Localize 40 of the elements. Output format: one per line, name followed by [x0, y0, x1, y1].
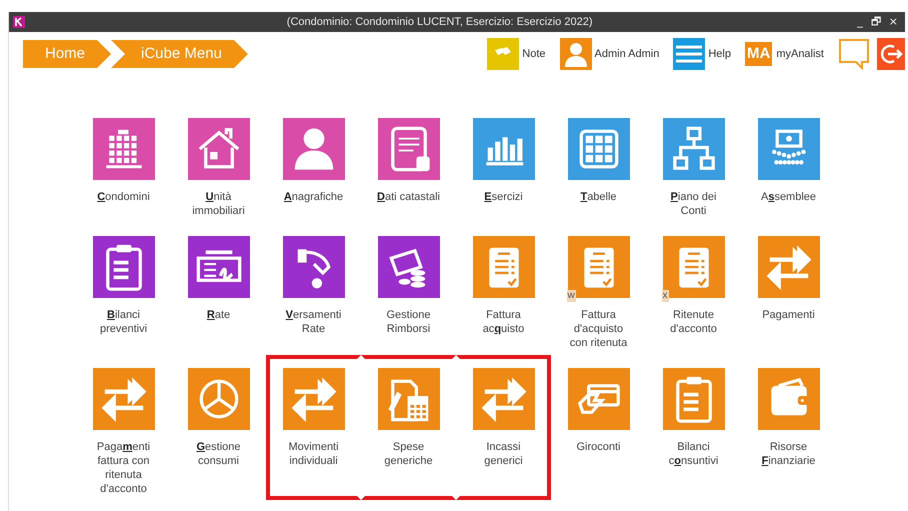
- menu-tile[interactable]: Risorse Finanziarie: [756, 368, 822, 496]
- menu-tile[interactable]: Rate: [186, 236, 252, 350]
- menu-tile[interactable]: Bilanci preventivi: [90, 236, 156, 350]
- menu-tile[interactable]: Versamenti Rate: [280, 236, 346, 350]
- menu-tile[interactable]: w Fattura d'acquisto con ritenuta: [566, 236, 632, 350]
- myanalist-link[interactable]: myAnalist: [776, 48, 824, 60]
- menu-tile[interactable]: Assemblee: [756, 118, 822, 218]
- logout-icon[interactable]: [877, 38, 905, 70]
- menu-tile[interactable]: Incassi generici: [470, 368, 536, 496]
- menu-tile[interactable]: Anagrafiche: [280, 118, 346, 218]
- user-link[interactable]: Admin Admin: [594, 48, 660, 60]
- shortcut-badge: w: [566, 290, 576, 302]
- help-link[interactable]: Help: [708, 48, 731, 60]
- menu-tile[interactable]: Fattura acquisto: [470, 236, 536, 350]
- app-icon: [13, 16, 25, 28]
- menu-tile[interactable]: Bilanci consuntivi: [660, 368, 726, 496]
- menu-tile[interactable]: Movimenti individuali: [280, 368, 346, 496]
- menu-tile[interactable]: Tabelle: [566, 118, 632, 218]
- menu-tile[interactable]: Spese generiche: [376, 368, 442, 496]
- menu-tile[interactable]: Giroconti: [566, 368, 632, 496]
- close-button[interactable]: ×: [886, 14, 901, 30]
- shortcut-badge: x: [662, 290, 668, 302]
- menu-tile[interactable]: x Ritenute d'acconto: [660, 236, 726, 350]
- restore-button[interactable]: 🗗: [868, 14, 884, 30]
- menu-icon[interactable]: [673, 38, 706, 70]
- menu-tile[interactable]: Pagamenti: [756, 236, 822, 350]
- menu-tile[interactable]: Piano dei Conti: [660, 118, 726, 218]
- note-link[interactable]: Note: [522, 48, 546, 60]
- minimize-button[interactable]: _: [854, 14, 866, 30]
- menu-tile[interactable]: Gestione consumi: [186, 368, 252, 496]
- user-icon[interactable]: [560, 38, 592, 70]
- menu-tile[interactable]: Gestione Rimborsi: [376, 236, 442, 350]
- menu-tile[interactable]: Condomini: [90, 118, 156, 218]
- menu-tile[interactable]: Esercizi: [470, 118, 536, 218]
- window-title: (Condominio: Condominio LUCENT, Esercizio: Esercizio 2022): [286, 16, 594, 28]
- menu-tile[interactable]: Unità immobiliari: [186, 118, 252, 218]
- menu-tile[interactable]: Dati catastali: [376, 118, 442, 218]
- note-icon[interactable]: [487, 38, 520, 70]
- chat-bubble-icon[interactable]: [838, 38, 870, 70]
- menu-tile[interactable]: Pagamenti fattura con ritenuta d'acconto: [90, 368, 156, 496]
